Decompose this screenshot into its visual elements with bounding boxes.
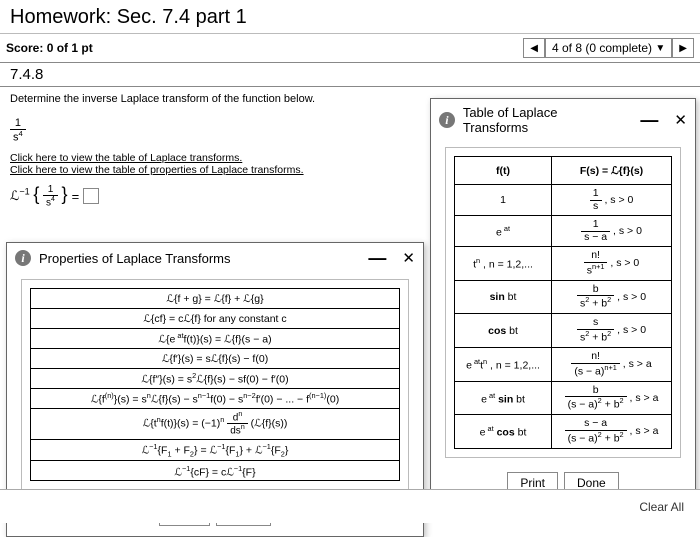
- close-button[interactable]: ✕: [402, 249, 415, 267]
- table-row: cos btss2 + b2 , s > 0: [455, 314, 672, 348]
- chevron-left-icon: ◀: [530, 43, 538, 54]
- score-value: 0 of 1 pt: [47, 41, 93, 55]
- popup-header: i Table of Laplace Transforms — ✕: [431, 99, 695, 141]
- table-row: e at sin btb(s − a)2 + b2 , s > a: [455, 381, 672, 415]
- table-row: e attn , n = 1,2,...n!(s − a)n+1 , s > a: [455, 347, 672, 381]
- laplace-table: f(t) F(s) = ℒ{f}(s) 11s , s > 0 e at1s −…: [454, 156, 672, 449]
- popup-title: Properties of Laplace Transforms: [39, 251, 230, 266]
- score-bar: Score: 0 of 1 pt ◀ 4 of 8 (0 complete) ▼…: [0, 34, 700, 63]
- table-row: ℒ{f(n)}(s) = snℒ{f}(s) − sn−1f(0) − sn−2…: [31, 389, 400, 409]
- laplace-table-popup: i Table of Laplace Transforms — ✕ f(t) F…: [430, 98, 696, 505]
- clear-all-button[interactable]: Clear All: [639, 500, 684, 514]
- table-row: e at cos bts − a(s − a)2 + b2 , s > a: [455, 415, 672, 449]
- prev-button[interactable]: ◀: [523, 38, 545, 58]
- question-nav: ◀ 4 of 8 (0 complete) ▼ ▶: [523, 38, 694, 58]
- lhs-sup: −1: [19, 187, 29, 197]
- lhs-frac-num: 1: [43, 184, 58, 196]
- lhs-script-l: ℒ: [10, 188, 19, 203]
- fraction-den-exp: 4: [19, 129, 23, 138]
- col-ft: f(t): [455, 157, 552, 185]
- table-row: ℒ{f + g} = ℒ{f} + ℒ{g}: [31, 289, 400, 309]
- table-row: ℒ{e atf(t)}(s) = ℒ{f}(s − a): [31, 329, 400, 349]
- lhs: ℒ−1 { 1 s4 }: [10, 184, 68, 209]
- minimize-button[interactable]: —: [640, 114, 658, 126]
- fraction-den: s4: [10, 130, 26, 144]
- nav-position[interactable]: 4 of 8 (0 complete) ▼: [545, 38, 672, 58]
- popup-body: ℒ{f + g} = ℒ{f} + ℒ{g} ℒ{cf} = cℒ{f} for…: [21, 279, 409, 490]
- properties-table: ℒ{f + g} = ℒ{f} + ℒ{g} ℒ{cf} = cℒ{f} for…: [30, 288, 400, 481]
- lhs-frac-den: s4: [43, 196, 58, 208]
- minimize-button[interactable]: —: [368, 252, 386, 264]
- table-row: ℒ{cf} = cℒ{f} for any constant c: [31, 309, 400, 329]
- bottom-bar: Clear All: [0, 489, 700, 523]
- lhs-frac-den-exp: 4: [51, 196, 55, 203]
- popup-title: Table of Laplace Transforms: [463, 105, 625, 135]
- equals-sign: =: [72, 189, 80, 204]
- table-row: ℒ{f″}(s) = s2ℒ{f}(s) − sf(0) − f′(0): [31, 369, 400, 389]
- table-row: ℒ−1{F1 + F2} = ℒ−1{F1} + ℒ−1{F2}: [31, 439, 400, 461]
- table-row: 11s , s > 0: [455, 185, 672, 216]
- question-number: 7.4.8: [0, 63, 700, 87]
- next-button[interactable]: ▶: [672, 38, 694, 58]
- nav-position-text: 4 of 8 (0 complete): [552, 41, 652, 55]
- info-icon: i: [439, 112, 455, 128]
- popup-header: i Properties of Laplace Transforms — ✕: [7, 243, 423, 273]
- answer-input[interactable]: [83, 188, 99, 204]
- col-fs: F(s) = ℒ{f}(s): [552, 157, 672, 185]
- chevron-down-icon: ▼: [655, 43, 665, 54]
- table-row: ℒ−1{cF} = cℒ−1{F}: [31, 461, 400, 481]
- fraction: 1 s4: [10, 117, 26, 144]
- table-row: ℒ{f′}(s) = sℒ{f}(s) − f(0): [31, 349, 400, 369]
- close-button[interactable]: ✕: [674, 111, 687, 129]
- score-label: Score: 0 of 1 pt: [6, 41, 93, 55]
- table-row: ℒ{tnf(t)}(s) = (−1)n dndsn (ℒ{f}(s)): [31, 409, 400, 440]
- chevron-right-icon: ▶: [679, 43, 687, 54]
- score-label-text: Score:: [6, 41, 43, 55]
- info-icon: i: [15, 250, 31, 266]
- table-row: sin btbs2 + b2 , s > 0: [455, 280, 672, 314]
- table-row: e at1s − a , s > 0: [455, 216, 672, 247]
- popup-body: f(t) F(s) = ℒ{f}(s) 11s , s > 0 e at1s −…: [445, 147, 681, 458]
- page-title: Homework: Sec. 7.4 part 1: [0, 0, 700, 34]
- table-row: tn , n = 1,2,...n!sn+1 , s > 0: [455, 247, 672, 281]
